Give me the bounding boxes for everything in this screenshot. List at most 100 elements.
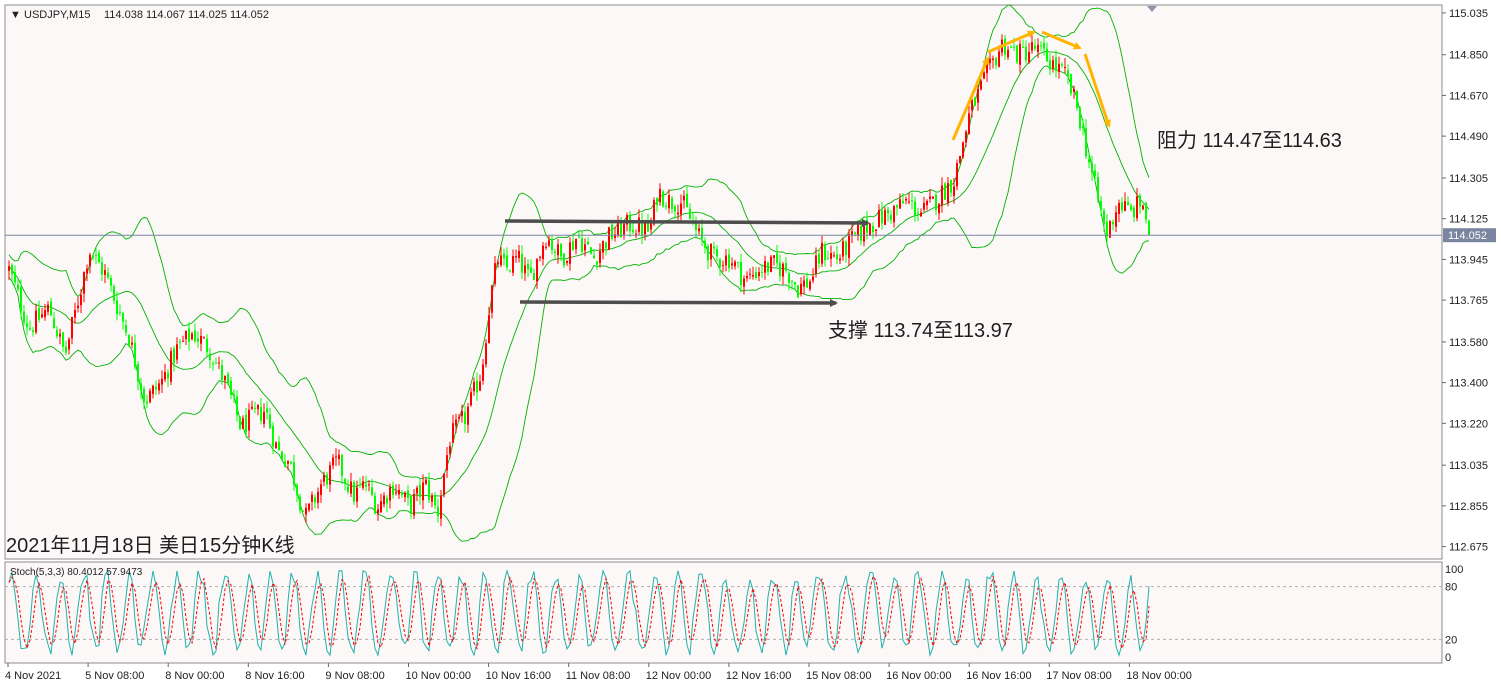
candle-body xyxy=(356,487,358,502)
candle-body xyxy=(1064,66,1066,68)
candle-body xyxy=(149,390,151,403)
candle-body xyxy=(638,217,640,232)
candle-body xyxy=(1040,45,1042,47)
candle-body xyxy=(1142,205,1144,210)
stoch-scale-label: 0 xyxy=(1445,652,1451,664)
candle-body xyxy=(257,404,259,410)
candle-body xyxy=(776,253,778,264)
candle-body xyxy=(434,496,436,506)
candle-body xyxy=(722,265,724,267)
candle-body xyxy=(251,406,253,409)
candle-body xyxy=(122,313,124,322)
candle-body xyxy=(1052,60,1054,69)
candle-body xyxy=(206,338,208,353)
candle-body xyxy=(599,250,601,264)
candle-body xyxy=(965,131,967,143)
main-chart-area[interactable] xyxy=(4,4,1443,560)
candle-body xyxy=(218,362,220,364)
candle-body xyxy=(377,509,379,514)
candle-body xyxy=(746,276,748,279)
candle-body xyxy=(980,80,982,90)
candle-body xyxy=(158,383,160,391)
candle-body xyxy=(383,495,385,505)
candle-body xyxy=(944,183,946,200)
stochastic-panel[interactable] xyxy=(4,561,1443,664)
candle-body xyxy=(788,273,790,283)
dropdown-triangle-icon[interactable]: ▼ xyxy=(10,9,21,21)
candle-body xyxy=(146,401,148,404)
candle-body xyxy=(200,335,202,344)
candle-body xyxy=(155,386,157,390)
candle-body xyxy=(827,258,829,260)
candle-body xyxy=(935,194,937,211)
candle-body xyxy=(275,442,277,449)
resistance-range-arrow xyxy=(504,218,870,227)
candle-body xyxy=(308,503,310,511)
candle-body xyxy=(20,287,22,312)
candle-body xyxy=(422,482,424,501)
candle-body xyxy=(173,348,175,363)
candle-body xyxy=(227,373,229,384)
candle-body xyxy=(977,88,979,103)
candle-body xyxy=(14,272,16,283)
candle-body xyxy=(494,263,496,284)
candle-body xyxy=(398,489,400,495)
candle-body xyxy=(305,507,307,515)
candle-body xyxy=(164,371,166,380)
candle-body xyxy=(854,232,856,234)
candle-body xyxy=(473,381,475,392)
support-label: 支撑 113.74至113.97 xyxy=(828,319,1013,342)
candle-body xyxy=(875,229,877,232)
candle-body xyxy=(479,381,481,391)
candle-body xyxy=(1028,51,1030,63)
candle-body xyxy=(605,242,607,249)
candle-body xyxy=(332,457,334,466)
candle-body xyxy=(1025,46,1027,61)
candle-body xyxy=(296,485,298,496)
time-tick-label: 15 Nov 08:00 xyxy=(806,670,871,682)
chart-canvas: 115.035 114.850 114.670 114.490 114.305 114.1… xyxy=(0,0,1501,693)
candle-body xyxy=(974,97,976,106)
candle-body xyxy=(320,484,322,495)
candle-body xyxy=(182,340,184,342)
candle-body xyxy=(119,311,121,313)
candle-body xyxy=(698,228,700,232)
candle-body xyxy=(554,251,556,253)
stoch-scale-label: 80 xyxy=(1445,582,1457,594)
candle-body xyxy=(44,310,46,318)
candle-body xyxy=(143,388,145,402)
candle-body xyxy=(983,72,985,79)
candle-body xyxy=(446,455,448,471)
candle-body xyxy=(872,226,874,233)
candle-body xyxy=(920,212,922,217)
candle-body xyxy=(590,247,592,254)
candle-body xyxy=(476,380,478,393)
time-tick-label: 10 Nov 00:00 xyxy=(406,670,471,682)
candle-body xyxy=(1058,63,1060,73)
candle-body xyxy=(401,493,403,496)
candle-body xyxy=(497,262,499,264)
candle-body xyxy=(539,256,541,258)
candle-body xyxy=(770,256,772,273)
candle-body xyxy=(908,201,910,203)
time-tick-label: 4 Nov 2021 xyxy=(5,670,61,682)
candle-body xyxy=(773,255,775,258)
candle-body xyxy=(26,323,28,328)
candle-body xyxy=(1118,202,1120,215)
ohlc-values: 114.038 114.067 114.025 114.052 xyxy=(104,9,269,21)
price-tick-label: 114.125 xyxy=(1449,214,1488,226)
candle-body xyxy=(1094,170,1096,177)
candle-body xyxy=(767,262,769,273)
candle-body xyxy=(1091,163,1093,173)
candle-body xyxy=(752,275,754,277)
candle-body xyxy=(1103,210,1105,225)
candle-body xyxy=(536,259,538,282)
candle-body xyxy=(83,272,85,294)
candle-body xyxy=(821,242,823,264)
candle-body xyxy=(389,487,391,501)
candle-body xyxy=(452,423,454,443)
time-tick-label: 9 Nov 08:00 xyxy=(325,670,384,682)
candle-body xyxy=(335,456,337,458)
candle-body xyxy=(932,196,934,199)
candle-body xyxy=(329,465,331,485)
